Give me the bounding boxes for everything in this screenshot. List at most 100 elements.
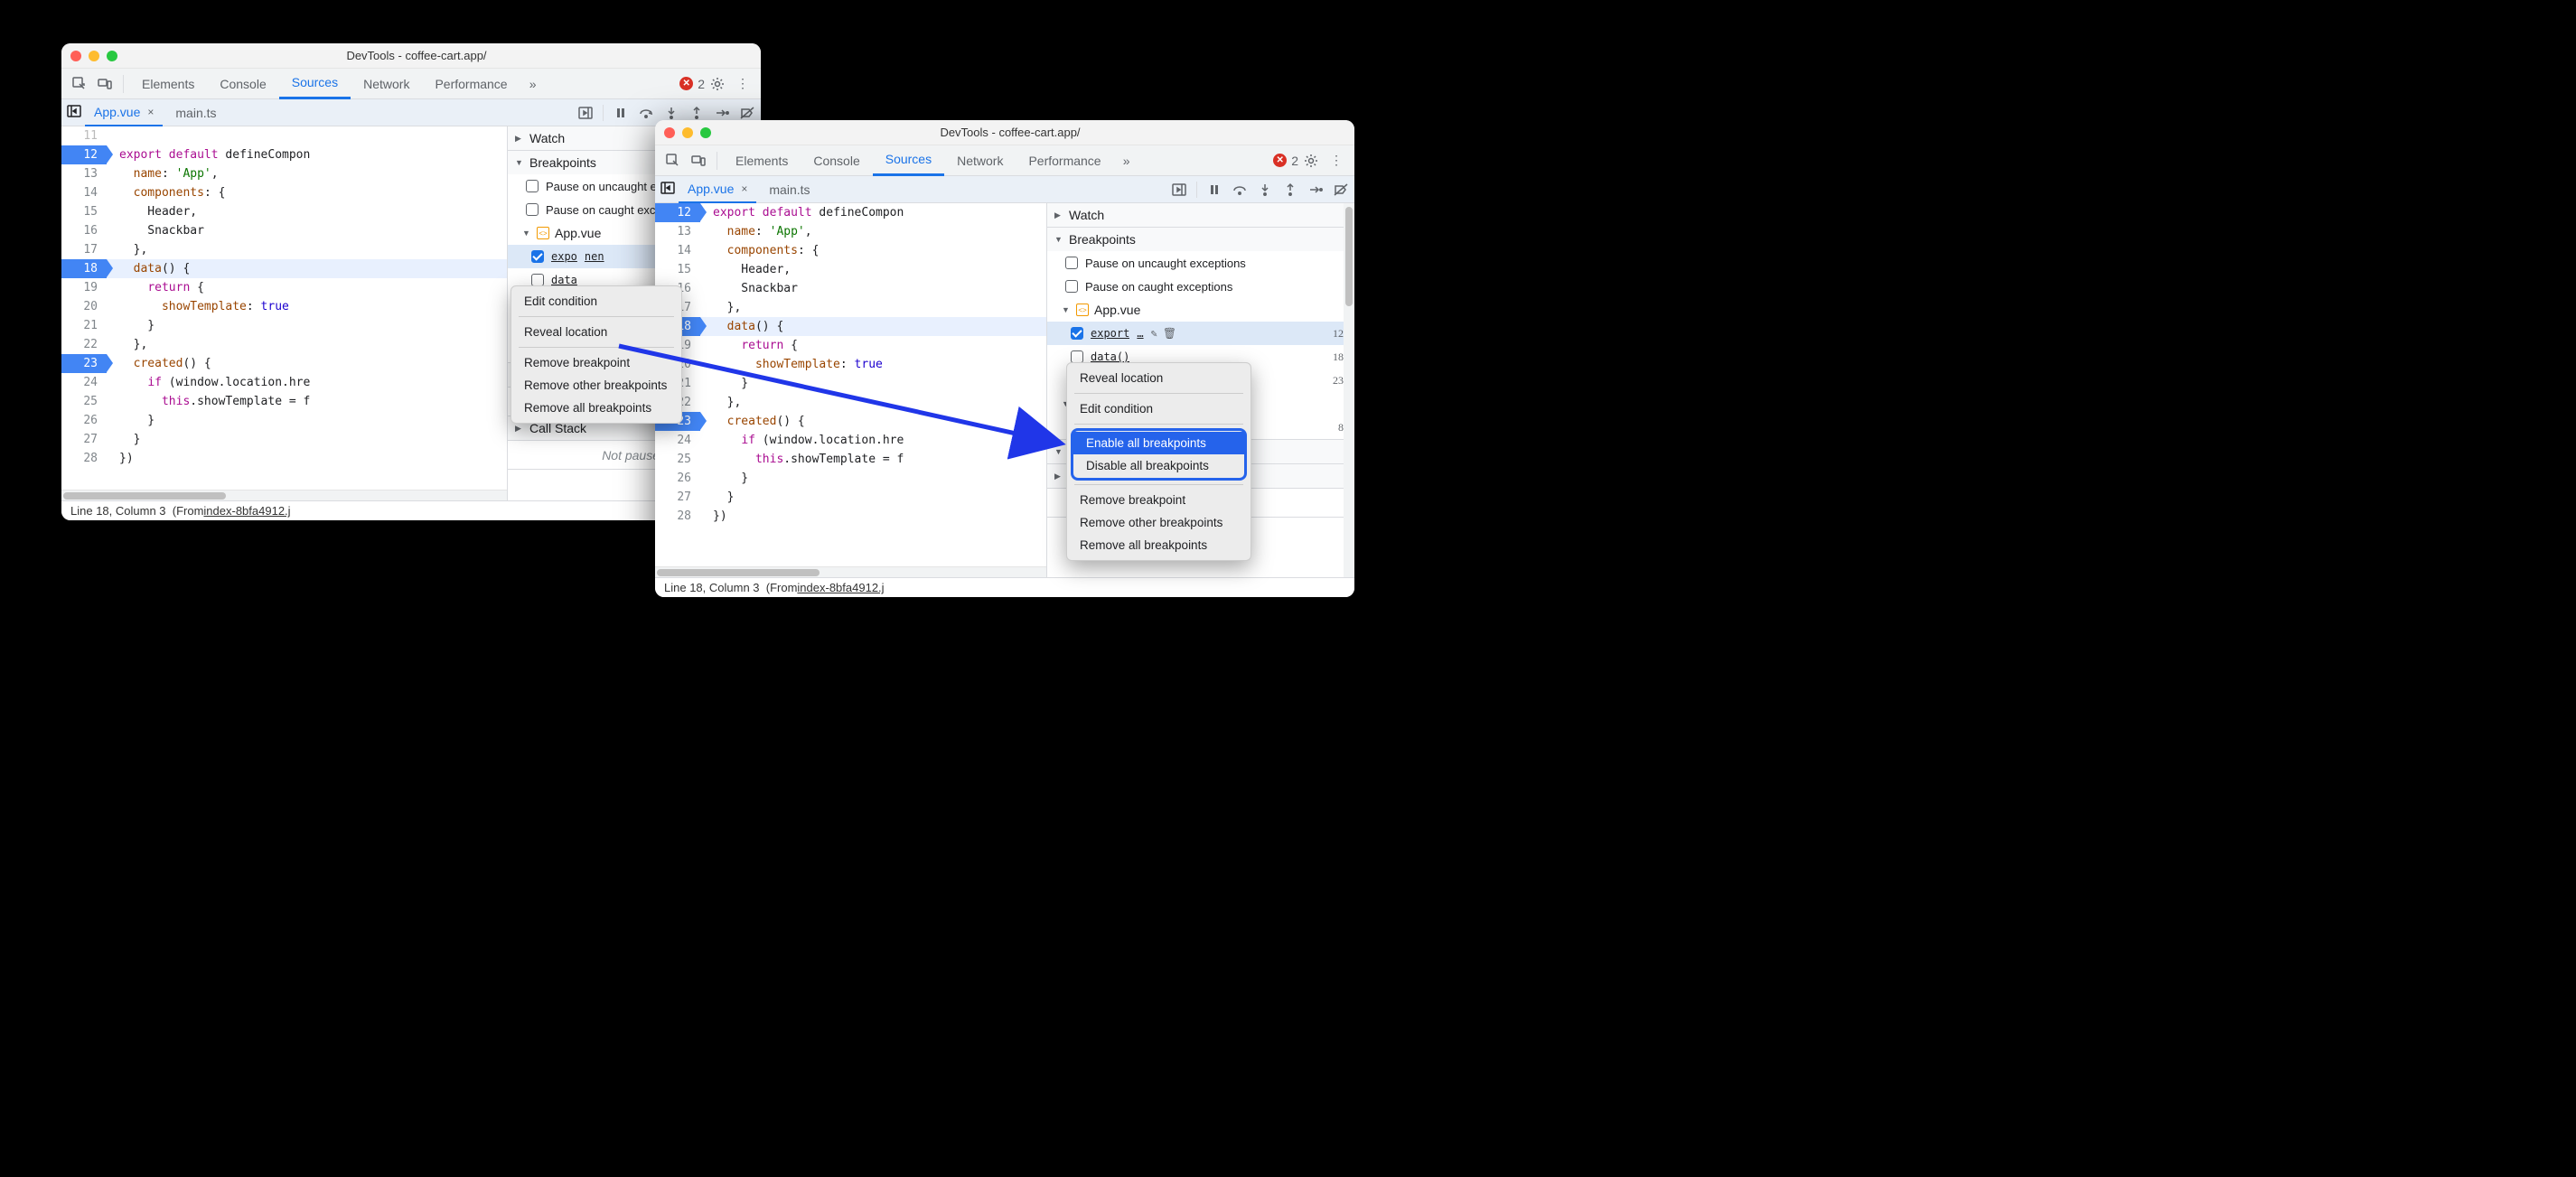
line-gutter[interactable]: 22 <box>61 335 107 354</box>
close-tab-icon[interactable]: × <box>741 182 747 195</box>
line-gutter[interactable]: 12 <box>655 203 700 222</box>
code-line[interactable]: if (window.location.hre <box>107 373 310 392</box>
line-gutter[interactable]: 14 <box>655 241 700 260</box>
code-line[interactable]: this.showTemplate = f <box>107 392 310 411</box>
menu-enable-all[interactable]: Enable all breakpoints <box>1073 432 1244 454</box>
menu-reveal-location[interactable]: Reveal location <box>1067 367 1251 389</box>
code-line[interactable]: Header, <box>107 202 197 221</box>
line-gutter[interactable]: 14 <box>61 183 107 202</box>
close-tab-icon[interactable]: × <box>147 106 154 118</box>
more-tabs-icon[interactable]: » <box>1114 148 1139 173</box>
sourcemap-link[interactable]: index-8bfa4912.j <box>203 504 290 518</box>
code-line[interactable]: } <box>107 316 155 335</box>
line-gutter[interactable]: 27 <box>61 430 107 449</box>
line-gutter[interactable]: 13 <box>655 222 700 241</box>
tab-performance[interactable]: Performance <box>422 69 520 99</box>
line-gutter[interactable]: 25 <box>61 392 107 411</box>
device-icon[interactable] <box>686 148 711 173</box>
deactivate-bp-icon[interactable] <box>739 105 755 121</box>
code-editor[interactable]: 1112export default defineCompon13 name: … <box>61 126 508 500</box>
line-gutter[interactable]: 15 <box>61 202 107 221</box>
line-gutter[interactable]: 12 <box>61 145 107 164</box>
line-gutter[interactable]: 27 <box>655 488 700 507</box>
line-gutter[interactable]: 23 <box>61 354 107 373</box>
tab-network[interactable]: Network <box>351 69 422 99</box>
more-files-icon[interactable] <box>577 105 594 121</box>
line-gutter[interactable]: 15 <box>655 260 700 279</box>
code-line[interactable]: }, <box>107 335 147 354</box>
code-line[interactable]: }, <box>107 240 147 259</box>
line-gutter[interactable]: 13 <box>61 164 107 183</box>
code-line[interactable]: }, <box>700 298 741 317</box>
code-line[interactable]: data() { <box>700 317 783 336</box>
tab-elements[interactable]: Elements <box>723 145 801 176</box>
more-tabs-icon[interactable]: » <box>520 71 546 97</box>
tab-sources[interactable]: Sources <box>279 69 351 99</box>
pause-icon[interactable] <box>1206 182 1222 198</box>
navigator-icon[interactable] <box>67 104 81 121</box>
watch-header[interactable]: ▶Watch <box>1047 203 1354 227</box>
navigator-icon[interactable] <box>660 181 675 198</box>
line-gutter[interactable]: 16 <box>61 221 107 240</box>
menu-remove-breakpoint[interactable]: Remove breakpoint <box>1067 489 1251 511</box>
menu-edit-condition[interactable]: Edit condition <box>1067 397 1251 420</box>
code-line[interactable]: }) <box>107 449 134 468</box>
code-line[interactable]: } <box>700 488 734 507</box>
line-gutter[interactable]: 20 <box>61 297 107 316</box>
window-close-icon[interactable] <box>70 51 81 61</box>
code-line[interactable]: } <box>107 411 155 430</box>
line-gutter[interactable]: 21 <box>61 316 107 335</box>
line-gutter[interactable]: 26 <box>61 411 107 430</box>
menu-edit-condition[interactable]: Edit condition <box>511 290 681 313</box>
code-line[interactable]: showTemplate: true <box>107 297 289 316</box>
breakpoints-header[interactable]: ▼Breakpoints <box>1047 228 1354 251</box>
menu-remove-other[interactable]: Remove other breakpoints <box>1067 511 1251 534</box>
step-icon[interactable] <box>714 105 730 121</box>
breakpoint-item[interactable]: export…✎🗑12 <box>1047 322 1354 345</box>
horizontal-scrollbar[interactable] <box>655 566 1046 577</box>
kebab-icon[interactable]: ⋮ <box>1324 148 1349 173</box>
pause-caught-row[interactable]: Pause on caught exceptions <box>1047 275 1354 298</box>
step-over-icon[interactable] <box>1232 182 1248 198</box>
error-badge[interactable]: ✕2 <box>679 77 705 91</box>
step-into-icon[interactable] <box>1257 182 1273 198</box>
code-line[interactable]: name: 'App', <box>107 164 219 183</box>
code-line[interactable]: } <box>700 469 748 488</box>
code-line[interactable]: name: 'App', <box>700 222 812 241</box>
code-line[interactable]: data() { <box>107 259 190 278</box>
code-line[interactable]: }) <box>700 507 727 526</box>
step-icon[interactable] <box>1307 182 1324 198</box>
deactivate-bp-icon[interactable] <box>1333 182 1349 198</box>
line-gutter[interactable]: 18 <box>61 259 107 278</box>
code-line[interactable]: export default defineCompon <box>107 145 310 164</box>
step-into-icon[interactable] <box>663 105 679 121</box>
step-over-icon[interactable] <box>638 105 654 121</box>
code-line[interactable]: Snackbar <box>107 221 204 240</box>
tab-sources[interactable]: Sources <box>873 145 944 176</box>
step-out-icon[interactable] <box>688 105 705 121</box>
line-gutter[interactable]: 17 <box>61 240 107 259</box>
file-tab-appvue[interactable]: App.vue× <box>85 99 163 126</box>
breakpoint-checkbox[interactable] <box>1071 327 1083 340</box>
inspect-icon[interactable] <box>67 71 92 97</box>
code-line[interactable]: Snackbar <box>700 279 798 298</box>
device-icon[interactable] <box>92 71 117 97</box>
line-gutter[interactable]: 24 <box>61 373 107 392</box>
tab-network[interactable]: Network <box>944 145 1016 176</box>
inspect-icon[interactable] <box>660 148 686 173</box>
sourcemap-link[interactable]: index-8bfa4912.j <box>797 581 884 594</box>
line-gutter[interactable]: 11 <box>61 126 107 145</box>
settings-icon[interactable] <box>1298 148 1324 173</box>
line-gutter[interactable]: 26 <box>655 469 700 488</box>
edit-icon[interactable]: ✎ <box>1151 327 1157 340</box>
menu-disable-all[interactable]: Disable all breakpoints <box>1073 454 1244 477</box>
line-gutter[interactable]: 19 <box>61 278 107 297</box>
menu-remove-all[interactable]: Remove all breakpoints <box>1067 534 1251 556</box>
vertical-scrollbar[interactable] <box>1344 203 1354 577</box>
delete-icon[interactable]: 🗑 <box>1163 327 1176 340</box>
file-tab-maints[interactable]: main.ts <box>760 176 819 203</box>
code-line[interactable]: components: { <box>107 183 225 202</box>
code-line[interactable]: components: { <box>700 241 819 260</box>
error-badge[interactable]: ✕2 <box>1273 154 1298 168</box>
pause-uncaught-row[interactable]: Pause on uncaught exceptions <box>1047 251 1354 275</box>
